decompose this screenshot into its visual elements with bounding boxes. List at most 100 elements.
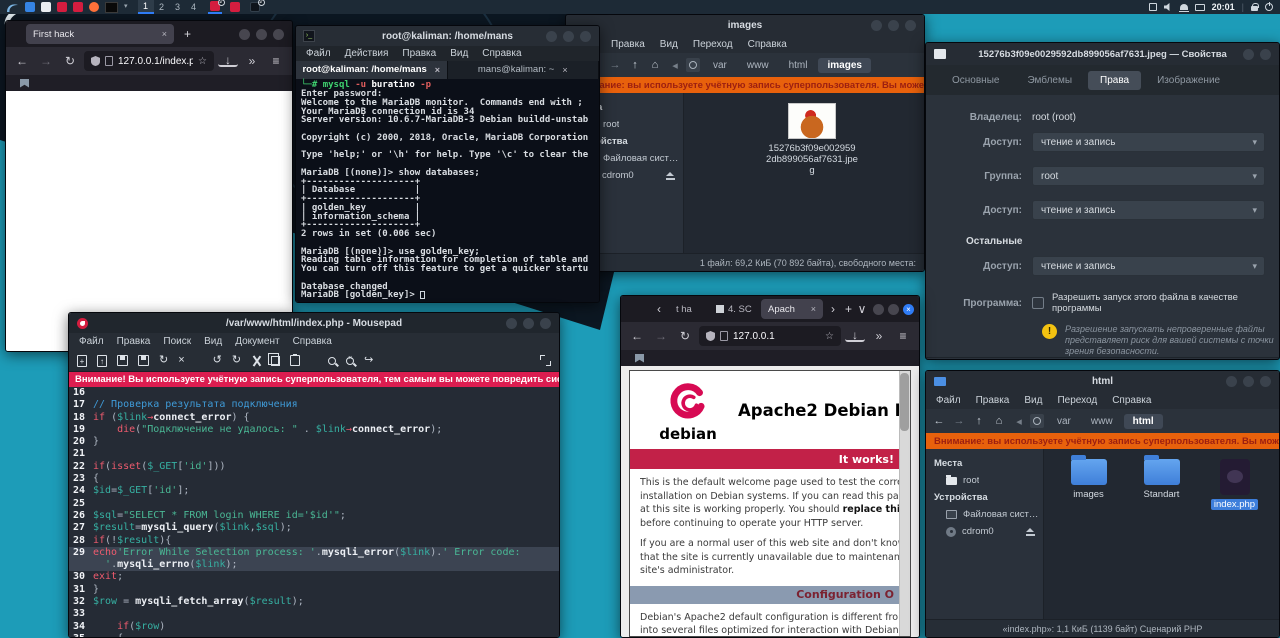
cut-icon[interactable] — [251, 356, 261, 366]
up-button[interactable]: ↑ — [970, 412, 988, 430]
file-item[interactable]: Standart — [1133, 459, 1190, 510]
close-tab-icon[interactable]: × — [811, 304, 816, 314]
breadcrumb-item[interactable]: www — [738, 58, 778, 73]
tab-apache[interactable]: Apach × — [761, 299, 823, 319]
open-document-icon[interactable]: ↑ — [97, 355, 107, 367]
menu-icon[interactable]: ≡ — [893, 326, 913, 346]
close-button[interactable] — [1260, 49, 1271, 60]
code-editor[interactable]: 1617// Проверка результата подключения18… — [69, 387, 559, 637]
others-access-dropdown[interactable]: чтение и запись — [1032, 256, 1265, 276]
file-manager-icon[interactable] — [41, 2, 51, 12]
close-file-icon[interactable]: × — [178, 355, 184, 366]
minimize-button[interactable] — [1226, 376, 1237, 387]
tab-partial[interactable]: t ha — [669, 299, 709, 319]
maximize-button[interactable] — [523, 318, 534, 329]
tab-Основные[interactable]: Основные — [940, 71, 1011, 90]
undo-icon[interactable]: ↺ — [213, 355, 222, 366]
close-button[interactable] — [540, 318, 551, 329]
search-icon[interactable] — [328, 357, 336, 365]
copy-icon[interactable] — [271, 356, 280, 366]
reload-icon[interactable]: ↻ — [159, 355, 168, 366]
power-icon[interactable] — [1265, 3, 1273, 11]
search-replace-icon[interactable] — [346, 357, 354, 365]
executable-checkbox[interactable] — [1032, 297, 1044, 309]
redo-icon[interactable]: ↻ — [232, 355, 241, 366]
title-bar[interactable]: html — [926, 371, 1279, 391]
menu-item[interactable]: Файл — [936, 395, 961, 406]
forward-button[interactable]: → — [651, 326, 671, 346]
back-button[interactable]: ← — [627, 326, 647, 346]
menu-item[interactable]: Вид — [1024, 395, 1042, 406]
sidebar-item-cdrom0[interactable]: cdrom0 — [926, 523, 1043, 540]
maximize-button[interactable] — [888, 304, 899, 315]
url-text[interactable]: 127.0.0.1/index.ph — [118, 56, 193, 67]
new-tab-button[interactable]: + — [845, 302, 852, 316]
overflow-icon[interactable]: » — [242, 51, 262, 71]
downloads-icon[interactable]: ↓ — [845, 331, 865, 342]
downloads-icon[interactable]: ↓ — [218, 56, 238, 67]
close-tab-icon[interactable]: × — [435, 65, 440, 75]
kali-menu-logo[interactable] — [6, 2, 19, 13]
close-tab-icon[interactable]: × — [562, 65, 567, 75]
paste-icon[interactable] — [290, 355, 300, 366]
file-view[interactable]: images Standart index.php — [1044, 449, 1279, 619]
sidebar-item-[interactable]: Файловая сист… — [926, 506, 1043, 523]
bookmark-icon[interactable] — [20, 79, 29, 88]
notifications-icon[interactable] — [1180, 4, 1188, 10]
prev-crumb-icon[interactable]: ◂ — [1010, 412, 1028, 430]
media-root-icon[interactable] — [1030, 414, 1044, 428]
tab-Изображение[interactable]: Изображение — [1145, 71, 1232, 90]
display-settings-icon[interactable] — [25, 2, 35, 12]
lock-icon[interactable] — [1251, 6, 1258, 11]
file-item[interactable]: index.php — [1206, 459, 1263, 510]
url-bar[interactable]: 127.0.0.1/index.ph ☆ — [84, 51, 214, 71]
media-root-icon[interactable] — [686, 58, 700, 72]
overflow-icon[interactable]: » — [869, 326, 889, 346]
forward-button[interactable]: → — [36, 51, 56, 71]
title-bar[interactable]: images — [566, 15, 924, 35]
terminal-tab[interactable]: mans@kaliman: ~× — [448, 61, 600, 80]
group-dropdown[interactable]: root — [1032, 166, 1265, 186]
close-button[interactable] — [1260, 376, 1271, 387]
terminal-tab[interactable]: root@kaliman: /home/mans× — [296, 61, 448, 80]
breadcrumb-item[interactable]: html — [1124, 414, 1163, 429]
workspace-button[interactable]: 4 — [186, 0, 202, 14]
sidebar-item-root[interactable]: root — [926, 472, 1043, 489]
breadcrumb-item[interactable]: var — [704, 58, 736, 73]
chevron-down-icon[interactable]: ▾ — [124, 4, 128, 10]
prev-crumb-icon[interactable]: ◂ — [666, 56, 684, 74]
minimize-button[interactable] — [546, 31, 557, 42]
eject-icon[interactable] — [666, 172, 675, 180]
save-icon[interactable] — [117, 355, 128, 366]
mousepad-launcher-icon[interactable] — [57, 2, 67, 12]
file-item[interactable]: images — [1060, 459, 1117, 510]
tab-first-hack[interactable]: First hack × — [26, 24, 174, 44]
close-button[interactable] — [273, 29, 284, 40]
menu-item[interactable]: Вид — [204, 336, 222, 347]
bookmark-star-icon[interactable]: ☆ — [198, 56, 207, 67]
bookmark-star-icon[interactable]: ☆ — [825, 331, 834, 342]
taskbar-editor[interactable] — [228, 0, 242, 14]
reload-button[interactable]: ↻ — [675, 326, 695, 346]
file-item[interactable]: 15276b3f09e0029592db899056af7631.jpeg — [780, 103, 844, 176]
maximize-button[interactable] — [563, 31, 574, 42]
scroll-tabs-right-icon[interactable]: › — [823, 299, 843, 319]
goto-icon[interactable]: ↪ — [364, 355, 373, 366]
maximize-button[interactable] — [888, 20, 899, 31]
firefox-launcher-icon[interactable] — [89, 2, 99, 12]
close-tab-icon[interactable]: × — [162, 29, 167, 39]
minimize-button[interactable] — [871, 20, 882, 31]
title-bar[interactable]: ›_ root@kaliman: /home/mans — [296, 26, 599, 46]
up-button[interactable]: ↑ — [626, 56, 644, 74]
home-button[interactable]: ⌂ — [990, 412, 1008, 430]
minimize-button[interactable] — [239, 29, 250, 40]
menu-item[interactable]: Действия — [345, 48, 389, 59]
forward-button[interactable]: → — [606, 56, 624, 74]
breadcrumb-item[interactable]: html — [780, 58, 817, 73]
menu-item[interactable]: Вид — [450, 48, 468, 59]
menu-item[interactable]: Документ — [235, 336, 279, 347]
menu-item[interactable]: Вид — [660, 39, 678, 50]
minimize-button[interactable] — [873, 304, 884, 315]
new-tab-button[interactable]: + — [184, 27, 191, 41]
title-bar[interactable]: /var/www/html/index.php - Mousepad — [69, 313, 559, 333]
